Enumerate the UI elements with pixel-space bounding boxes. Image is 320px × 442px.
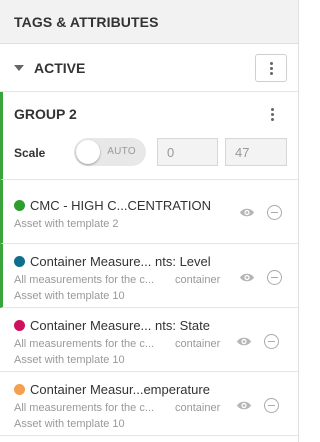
section-title: ACTIVE — [34, 59, 86, 76]
asset-title-row: Container Measure... nts: Level — [14, 254, 211, 269]
group-title: GROUP 2 — [14, 106, 77, 122]
asset-description: All measurements for the c... — [14, 338, 154, 350]
scale-label: Scale — [14, 146, 46, 160]
asset-subtitle: Asset with template 10 — [14, 354, 125, 366]
scale-min-input[interactable]: 0 — [157, 138, 218, 166]
asset-description: All measurements for the c... — [14, 274, 154, 286]
asset-title-row: Container Measur...emperature — [14, 382, 210, 397]
asset-title: CMC - HIGH C...CENTRATION — [30, 198, 212, 213]
asset-description-tail: container — [175, 402, 221, 414]
asset-item[interactable]: CMC - HIGH C...CENTRATION Asset with tem… — [0, 180, 298, 244]
asset-title: Container Measure... nts: State — [30, 318, 210, 333]
remove-icon[interactable] — [267, 205, 282, 220]
asset-item[interactable]: Container Measure... nts: Level All meas… — [0, 244, 298, 308]
tags-attributes-panel: TAGS & ATTRIBUTES ACTIVE GROUP 2 Scale A… — [0, 0, 299, 442]
remove-icon[interactable] — [264, 398, 279, 413]
panel-header: TAGS & ATTRIBUTES — [0, 0, 298, 44]
eye-icon[interactable] — [239, 272, 255, 283]
remove-icon[interactable] — [267, 270, 282, 285]
color-dot — [14, 200, 25, 211]
asset-title: Container Measure... nts: Level — [30, 254, 211, 269]
color-dot — [14, 320, 25, 331]
more-vertical-icon — [271, 108, 274, 121]
asset-title-row: Container Measure... nts: State — [14, 318, 210, 333]
eye-icon[interactable] — [236, 400, 252, 411]
group-card: GROUP 2 Scale AUTO 0 47 — [0, 92, 298, 180]
eye-icon[interactable] — [236, 336, 252, 347]
more-vertical-icon — [269, 61, 273, 75]
toggle-knob — [76, 140, 100, 164]
toggle-label: AUTO — [107, 146, 136, 157]
asset-description-tail: container — [175, 274, 221, 286]
color-dot — [14, 256, 25, 267]
asset-subtitle: Asset with template 2 — [14, 218, 119, 230]
asset-item[interactable]: Container Measur...emperature All measur… — [0, 372, 298, 436]
asset-item[interactable]: Container Measure... nts: State All meas… — [0, 308, 298, 372]
active-section-header[interactable]: ACTIVE — [0, 44, 298, 92]
asset-subtitle: Asset with template 10 — [14, 290, 125, 302]
asset-description: All measurements for the c... — [14, 402, 154, 414]
section-menu-button[interactable] — [255, 54, 287, 82]
remove-icon[interactable] — [264, 334, 279, 349]
group-menu-button[interactable] — [271, 108, 274, 121]
caret-down-icon[interactable] — [14, 64, 24, 71]
color-dot — [14, 384, 25, 395]
scale-max-input[interactable]: 47 — [225, 138, 287, 166]
asset-title-row: CMC - HIGH C...CENTRATION — [14, 198, 211, 213]
asset-title: Container Measur...emperature — [30, 382, 210, 397]
asset-subtitle: Asset with template 10 — [14, 418, 125, 430]
panel-title: TAGS & ATTRIBUTES — [14, 13, 159, 30]
auto-scale-toggle[interactable]: AUTO — [74, 138, 146, 166]
asset-description-tail: container — [175, 338, 221, 350]
eye-icon[interactable] — [239, 207, 255, 218]
